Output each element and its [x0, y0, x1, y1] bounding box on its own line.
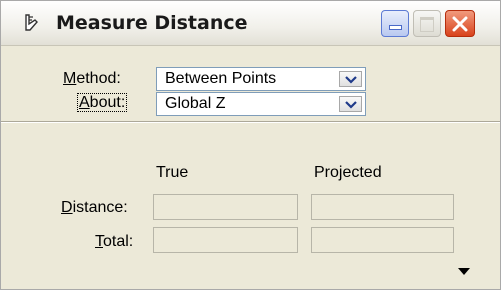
title-bar[interactable]: Measure Distance [1, 1, 500, 46]
distance-label-rest: istance: [72, 199, 128, 216]
section-divider [1, 121, 500, 123]
distance-true-field [153, 194, 298, 220]
about-label-accel: A [79, 94, 90, 111]
chevron-down-icon [345, 76, 357, 84]
about-select-value: Global Z [165, 95, 226, 112]
about-label: About: [76, 93, 128, 112]
projected-column-header: Projected [314, 164, 382, 181]
method-label: Method: [63, 70, 121, 88]
minimize-button[interactable] [381, 10, 409, 37]
measure-tool-icon [19, 12, 43, 36]
total-label: Total: [95, 233, 133, 251]
method-select-value: Between Points [165, 70, 277, 87]
about-label-rest: bout: [89, 94, 126, 111]
distance-label-accel: D [61, 199, 73, 216]
expand-down-arrow-icon[interactable] [456, 263, 472, 281]
close-button[interactable] [445, 10, 475, 37]
total-label-accel: T [95, 233, 103, 250]
method-label-rest: ethod: [76, 70, 121, 87]
total-label-rest: otal: [103, 233, 134, 250]
minimize-icon [390, 26, 401, 29]
about-select[interactable]: Global Z [156, 92, 366, 116]
maximize-icon [420, 17, 434, 32]
chevron-down-icon [345, 101, 357, 109]
method-label-accel: M [63, 70, 77, 87]
window-title: Measure Distance [56, 12, 248, 34]
about-label-text: About: [76, 93, 128, 112]
total-projected-field [311, 227, 454, 253]
maximize-button[interactable] [413, 10, 441, 37]
distance-projected-field [311, 194, 454, 220]
measure-distance-window: Measure Distance Method: Between Points … [0, 0, 501, 290]
method-select[interactable]: Between Points [156, 67, 366, 91]
method-dropdown-button[interactable] [339, 71, 362, 87]
total-true-field [153, 227, 298, 253]
distance-label: Distance: [61, 199, 128, 217]
about-dropdown-button[interactable] [339, 96, 362, 112]
true-column-header: True [156, 164, 189, 181]
